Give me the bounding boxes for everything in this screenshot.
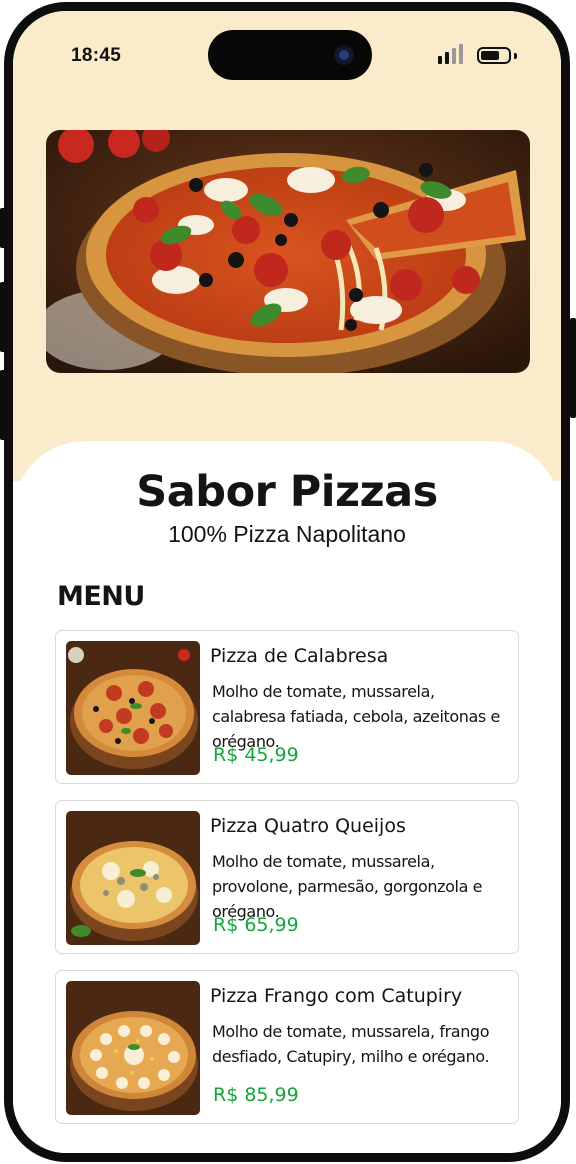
item-name: Pizza Quatro Queijos	[210, 815, 406, 837]
status-time: 18:45	[71, 45, 122, 66]
brand-subtitle: 100% Pizza Napolitano	[168, 521, 406, 547]
signal-icon	[438, 44, 463, 64]
menu-item-calabresa[interactable]: Pizza de Calabresa Molho de tomate, muss…	[55, 630, 519, 784]
item-description: Molho de tomate, mussarela, calabresa fa…	[212, 682, 500, 751]
item-name: Pizza Frango com Catupiry	[210, 985, 463, 1007]
phone-frame: 18:45 Sabor Pizzas 100% Pizza Napolitano…	[4, 2, 570, 1162]
camera-icon	[334, 45, 354, 65]
pizza-calabresa-image	[66, 641, 200, 775]
item-description: Molho de tomate, mussarela, provolone, p…	[212, 852, 483, 921]
pizza-quatro-queijos-image	[66, 811, 200, 945]
item-price: R$ 65,99	[213, 914, 299, 936]
hero-pizza-image	[46, 130, 530, 373]
power-button	[570, 318, 576, 418]
item-description: Molho de tomate, mussarela, frango desfi…	[212, 1022, 490, 1066]
item-price: R$ 85,99	[213, 1084, 299, 1106]
menu-item-frango-catupiry[interactable]: Pizza Frango com Catupiry Molho de tomat…	[55, 970, 519, 1124]
menu-heading: MENU	[57, 581, 145, 612]
dynamic-island	[208, 30, 372, 80]
pizza-frango-catupiry-image	[66, 981, 200, 1115]
battery-icon	[477, 47, 517, 64]
item-name: Pizza de Calabresa	[210, 645, 389, 667]
item-price: R$ 45,99	[213, 744, 299, 766]
brand-title: Sabor Pizzas	[136, 467, 438, 517]
menu-item-quatro-queijos[interactable]: Pizza Quatro Queijos Molho de tomate, mu…	[55, 800, 519, 954]
